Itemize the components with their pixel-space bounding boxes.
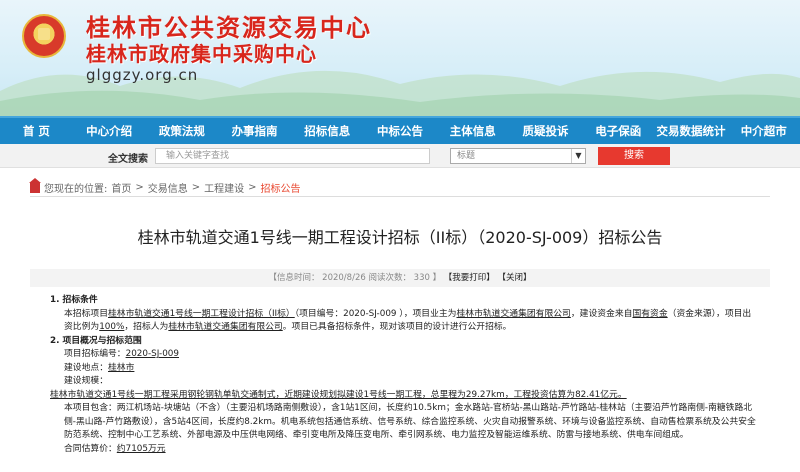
nav-guide[interactable]: 办事指南 — [218, 118, 291, 144]
main-nav: 首 页 中心介绍 政策法规 办事指南 招标信息 中标公告 主体信息 质疑投诉 电… — [0, 116, 800, 144]
nav-award-notice[interactable]: 中标公告 — [364, 118, 437, 144]
section-heading: 1. 招标条件 — [50, 295, 98, 305]
project-name: 桂林市轨道交通1号线一期工程设计招标（II标） — [108, 308, 295, 319]
breadcrumb-separator: > — [135, 182, 144, 193]
field-label: 建设地点： — [64, 362, 108, 373]
section-heading: 2. 项目概况与招标范围 — [50, 335, 142, 346]
nav-complaints[interactable]: 质疑投诉 — [509, 118, 582, 144]
breadcrumb-home[interactable]: 首页 — [111, 180, 131, 195]
nav-tender-info[interactable]: 招标信息 — [291, 118, 364, 144]
nav-entity-info[interactable]: 主体信息 — [436, 118, 509, 144]
text: 。项目已具备招标条件，现对该项目的设计进行公开招标。 — [282, 322, 512, 332]
print-link[interactable]: 【我要打印】 — [444, 273, 495, 283]
scope-description: 本项目包含：两江机场站-块塘站（不含）（主要沿机场路南侧敷设），含1站1区间，长… — [64, 403, 756, 440]
field-row: 项目招标编号：2020-SJ-009 — [50, 348, 760, 362]
breadcrumb-current: 招标公告 — [260, 184, 301, 195]
contract-price: 约7105万元 — [116, 443, 166, 454]
publish-info: 【信息时间： 2020/8/26 阅读次数： 330 】 — [268, 273, 442, 283]
nav-agency-market[interactable]: 中介超市 — [727, 118, 800, 144]
breadcrumb-separator: > — [248, 182, 257, 193]
field-row: 合同估算价：约7105万元 — [50, 443, 760, 457]
article-title: 桂林市轨道交通1号线一期工程设计招标（II标）（2020-SJ-009）招标公告 — [137, 228, 663, 247]
search-button[interactable]: 搜索 — [598, 147, 670, 165]
text: ，建设资金来自 — [570, 308, 633, 319]
divider — [30, 196, 770, 197]
nav-policies[interactable]: 政策法规 — [145, 118, 218, 144]
breadcrumb-trade-info[interactable]: 交易信息 — [148, 180, 188, 195]
logo-emblem — [22, 14, 66, 58]
nav-center-intro[interactable]: 中心介绍 — [73, 118, 146, 144]
article-body: 1. 招标条件 本招标项目桂林市轨道交通1号线一期工程设计招标（II标）（项目编… — [50, 294, 760, 456]
owner-name: 桂林市轨道交通集团有限公司 — [456, 308, 571, 319]
close-link[interactable]: 【关闭】 — [498, 273, 532, 283]
text: ，招标人为 — [124, 322, 169, 332]
tender-code: 2020-SJ-009 — [125, 349, 179, 359]
article-meta: 【信息时间： 2020/8/26 阅读次数： 330 】 【我要打印】 【关闭】 — [30, 269, 770, 287]
field-row: 建设规模： — [50, 375, 760, 389]
nav-home[interactable]: 首 页 — [0, 118, 73, 144]
home-icon — [29, 177, 41, 193]
location-value: 桂林市 — [108, 362, 135, 373]
breadcrumb-prefix: 您现在的位置: — [44, 184, 108, 195]
site-subtitle: 桂林市政府集中采购中心 — [86, 42, 317, 66]
scale-description: 桂林市轨道交通1号线一期工程采用钢轮钢轨单轨交通制式，近期建设规划拟建设1号线一… — [50, 389, 627, 400]
search-field-value: 标题 — [457, 151, 476, 161]
search-input[interactable]: 输入关键字查找 — [155, 148, 430, 164]
field-label: 合同估算价： — [64, 443, 117, 454]
header-banner: 桂林市公共资源交易中心 桂林市政府集中采购中心 glggzy.org.cn — [0, 0, 800, 116]
tenderer-name: 桂林市轨道交通集团有限公司 — [168, 322, 283, 332]
fund-ratio: 100% — [99, 322, 125, 332]
text: （项目编号：2020-SJ-009 ），项目业主为 — [294, 308, 457, 319]
nav-e-guarantee[interactable]: 电子保函 — [582, 118, 655, 144]
chevron-down-icon: ▼ — [571, 149, 585, 163]
breadcrumb-construction[interactable]: 工程建设 — [204, 180, 244, 195]
field-label: 项目招标编号： — [64, 349, 126, 359]
text: 本招标项目 — [64, 308, 108, 319]
site-url: glggzy.org.cn — [86, 66, 199, 84]
nav-statistics[interactable]: 交易数据统计 — [655, 118, 728, 144]
fund-source: 国有资金 — [632, 308, 668, 319]
breadcrumb-separator: > — [191, 182, 201, 193]
field-label: 建设规模： — [64, 376, 108, 386]
search-field-select[interactable]: 标题 ▼ — [450, 148, 586, 164]
search-bar: 全文搜索 输入关键字查找 标题 ▼ 搜索 — [0, 144, 800, 168]
section-paragraph: 本招标项目桂林市轨道交通1号线一期工程设计招标（II标）（项目编号：2020-S… — [50, 308, 760, 335]
search-label: 全文搜索 — [108, 154, 148, 165]
field-row: 建设地点：桂林市 — [50, 362, 760, 376]
breadcrumb: 您现在的位置: 首页 > 交易信息 > 工程建设 > 招标公告 — [29, 177, 301, 195]
